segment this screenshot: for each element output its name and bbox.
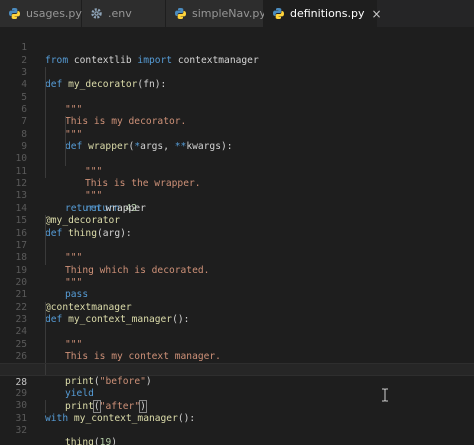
code-line-5[interactable]: 5 This is my decorator. xyxy=(0,79,474,127)
code-line-32[interactable]: 32 xyxy=(0,413,474,436)
indent-guide xyxy=(45,215,46,228)
code-line-24[interactable]: 24 This is my context manager. xyxy=(0,313,474,362)
tab-label: definitions.py xyxy=(290,7,365,20)
close-icon[interactable]: × xyxy=(372,7,382,21)
code-line-15[interactable]: 15 def thing(arg): xyxy=(0,203,474,238)
indent-guide xyxy=(45,79,46,92)
indent-guide xyxy=(65,141,66,154)
tab-definitions-py[interactable]: definitions.py × xyxy=(264,0,382,27)
code-line-28-current[interactable]: 28 print("after") xyxy=(0,363,474,414)
code-line-14[interactable]: 14 @my_decorator xyxy=(0,190,474,226)
token: 19 xyxy=(99,437,112,445)
indent-guide xyxy=(45,128,46,142)
code-line-30[interactable]: 30 with my_context_manager(): xyxy=(0,388,474,423)
indent-guide xyxy=(45,141,46,154)
tab-label: .env xyxy=(108,7,132,20)
token: thing xyxy=(65,437,94,445)
code-line-21[interactable]: 21 @contextmanager xyxy=(0,277,474,312)
gear-icon xyxy=(90,7,103,20)
indent-guide xyxy=(45,400,46,413)
indent-guide xyxy=(45,227,46,240)
code-line-2[interactable]: 2 xyxy=(0,42,474,66)
code-line-16[interactable]: 16 """ xyxy=(0,215,474,263)
indent-guide xyxy=(45,116,46,129)
code-line-22[interactable]: 22 def my_context_manager(): xyxy=(0,289,474,325)
indent-guide xyxy=(45,104,46,117)
indent-guide xyxy=(45,252,46,265)
code-line-11[interactable]: 11 return 42 xyxy=(0,153,474,214)
code-line-12[interactable]: 12 return wrapper xyxy=(0,165,474,214)
tab-env[interactable]: .env xyxy=(82,0,166,27)
indent-guide xyxy=(45,153,46,166)
code-line-27[interactable]: 27 yield xyxy=(0,350,474,399)
token: ) xyxy=(111,437,118,445)
python-icon xyxy=(8,7,21,20)
code-line-6[interactable]: 6 """ xyxy=(0,91,474,140)
indent-guide xyxy=(65,116,66,129)
indent-guide xyxy=(45,67,46,80)
code-line-9[interactable]: 9 This is the wrapper. xyxy=(0,128,474,189)
tab-bar: usages.py .env simpleNav.py definitions.… xyxy=(0,0,474,28)
code-line-13[interactable]: 13 xyxy=(0,178,474,201)
code-line-8[interactable]: 8 """ xyxy=(0,116,474,177)
line-number: 32 xyxy=(15,425,27,436)
code-line-26[interactable]: 26 print("before") xyxy=(0,338,474,387)
indent-guide xyxy=(45,239,46,253)
indent-guide xyxy=(65,128,66,142)
tab-usages-py[interactable]: usages.py xyxy=(0,0,82,27)
code-line-4[interactable]: 4 """ xyxy=(0,67,474,115)
python-icon xyxy=(272,7,285,20)
python-icon xyxy=(174,7,187,20)
code-line-31[interactable]: 31 thing(19) xyxy=(0,400,474,445)
code-line-3[interactable]: 3 def my_decorator(fn): xyxy=(0,55,474,90)
code-line-7[interactable]: 7 def wrapper(*args, **kwargs): xyxy=(0,104,474,152)
code-line-18[interactable]: 18 """ xyxy=(0,239,474,288)
tab-label: usages.py xyxy=(26,7,82,20)
indent-guide xyxy=(45,338,46,351)
indent-guide xyxy=(45,165,46,179)
code-line-19[interactable]: 19 pass xyxy=(0,252,474,300)
code-editor[interactable]: 1 from contextlib import contextmanager … xyxy=(0,27,474,445)
text-cursor-icon xyxy=(382,388,388,402)
indent-guide xyxy=(45,364,46,375)
tab-label: simpleNav.py xyxy=(192,7,266,20)
code-line-29[interactable]: 29 xyxy=(0,376,474,399)
code-line-23[interactable]: 23 """ xyxy=(0,301,474,350)
indent-guide xyxy=(45,326,46,339)
code-line-25[interactable]: 25 """ xyxy=(0,326,474,374)
indent-guide xyxy=(45,313,46,327)
code-line-20[interactable]: 20 xyxy=(0,265,474,288)
code-line-17[interactable]: 17 Thing which is decorated. xyxy=(0,227,474,276)
code-line-10[interactable]: 10 """ xyxy=(0,141,474,201)
tab-simplenav-py[interactable]: simpleNav.py xyxy=(166,0,266,27)
code-line-1[interactable]: 1 from contextlib import contextmanager xyxy=(0,30,474,65)
indent-guide xyxy=(45,350,46,364)
indent-guide xyxy=(45,91,46,105)
indent-guide xyxy=(65,153,66,166)
indent-guide xyxy=(45,301,46,314)
